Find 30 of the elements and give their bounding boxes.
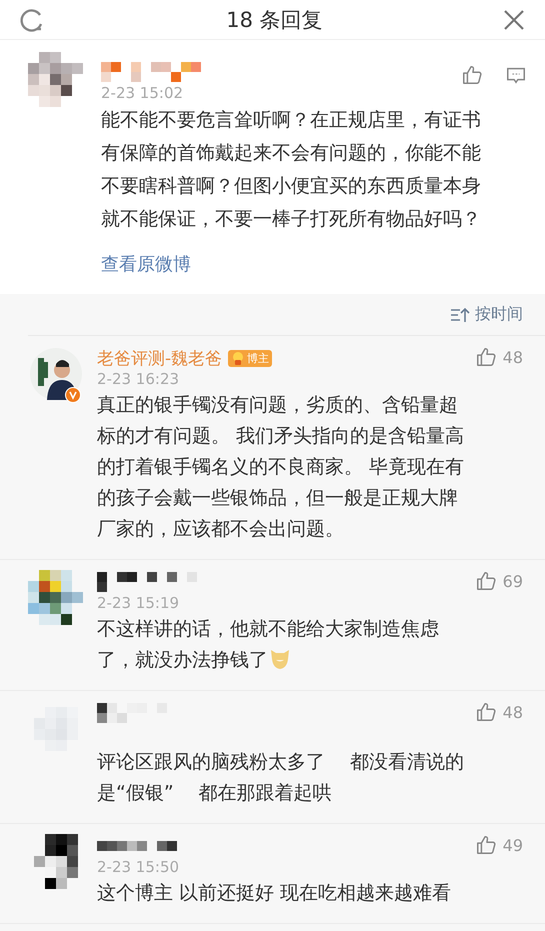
pixelated-avatar	[28, 570, 83, 625]
comment-text: 真正的银手镯没有问题，劣质的、含铅量超 标的才有问题。 我们矛头指向的是含铅量高 的打着银手镯名义的不良商家。 毕竟现在有 的孩子会戴一些银饰品，但一般是正规大牌 厂家的，应该都不会出问题。	[97, 393, 466, 542]
pixelated-avatar	[34, 834, 78, 889]
sort-by-time-button[interactable]: 按时间	[450, 304, 523, 325]
thumbs-up-icon[interactable]	[474, 346, 497, 368]
like-count: 49	[502, 836, 523, 854]
comment-text: 这个博主 以前还挺好 现在吃相越来越难看	[97, 881, 452, 906]
dialog-title: 18 条回复	[226, 6, 323, 34]
comment-text: 不这样讲的话，他就不能给大家制造焦虑 了，就没办法挣钱了	[97, 617, 440, 673]
thumbs-up-icon[interactable]	[474, 834, 497, 856]
thumbs-up-icon[interactable]	[474, 701, 497, 723]
comment-text: 能不能不要危言耸听啊？在正规店里，有证书 有保障的首饰戴起来不会有问题的，你能不能 不要瞎科普啊？但图小便宜买的东西质量本身 就不能保证，不要一棒子打死所有物品好吗？	[101, 108, 482, 232]
like-count: 69	[502, 572, 523, 590]
pixelated-name	[97, 703, 167, 723]
like-count: 48	[502, 348, 523, 366]
avatar	[30, 348, 82, 400]
blogger-badge: 博主	[228, 350, 272, 366]
pixelated-avatar	[28, 52, 83, 107]
like-count: 48	[502, 702, 523, 722]
sort-icon	[450, 306, 470, 322]
comment-time: 2-23 15:02	[101, 84, 184, 102]
comment-text: 评论区跟风的脑残粉太多了 都没看清说的 是“假银” 都在那跟着起哄	[97, 750, 466, 806]
thumbs-up-icon[interactable]	[474, 570, 497, 592]
user-name[interactable]: 老爸评测-魏老爸	[97, 346, 222, 370]
comment-time: 2-23 16:23	[97, 370, 180, 388]
close-icon[interactable]	[503, 8, 525, 30]
thumbs-up-icon[interactable]	[461, 64, 483, 86]
view-original-link[interactable]: 查看原微博	[101, 252, 191, 276]
comment-time: 2-23 15:50	[97, 858, 180, 876]
comment-time: 2-23 15:19	[97, 594, 180, 612]
